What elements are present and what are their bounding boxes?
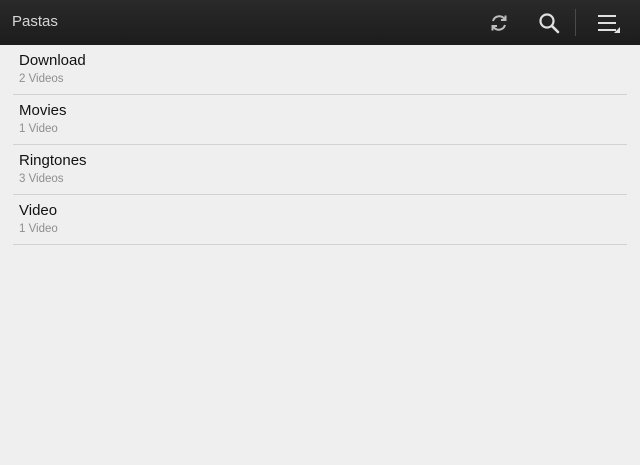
refresh-button[interactable] [475, 0, 523, 45]
folder-video-count: 1 Video [19, 223, 58, 235]
folder-name: Movies [19, 102, 67, 119]
search-button[interactable] [525, 0, 573, 45]
refresh-icon [489, 13, 509, 33]
folder-name: Download [19, 52, 86, 69]
folder-name: Video [19, 202, 58, 219]
list-item-video[interactable]: Video 1 Video [13, 195, 627, 245]
folder-video-count: 1 Video [19, 123, 58, 135]
search-icon [538, 12, 560, 34]
action-bar: Pastas [0, 0, 640, 45]
page-title: Pastas [12, 13, 58, 30]
list-item-movies[interactable]: Movies 1 Video [13, 95, 627, 145]
folder-list: Download 2 Videos Movies 1 Video Rington… [13, 45, 627, 245]
folder-video-count: 2 Videos [19, 73, 64, 85]
list-item-download[interactable]: Download 2 Videos [13, 45, 627, 95]
folder-video-count: 3 Videos [19, 173, 64, 185]
action-bar-divider [575, 9, 576, 36]
overflow-menu-button[interactable] [584, 0, 634, 45]
folder-name: Ringtones [19, 152, 87, 169]
list-item-ringtones[interactable]: Ringtones 3 Videos [13, 145, 627, 195]
menu-icon [596, 12, 622, 34]
